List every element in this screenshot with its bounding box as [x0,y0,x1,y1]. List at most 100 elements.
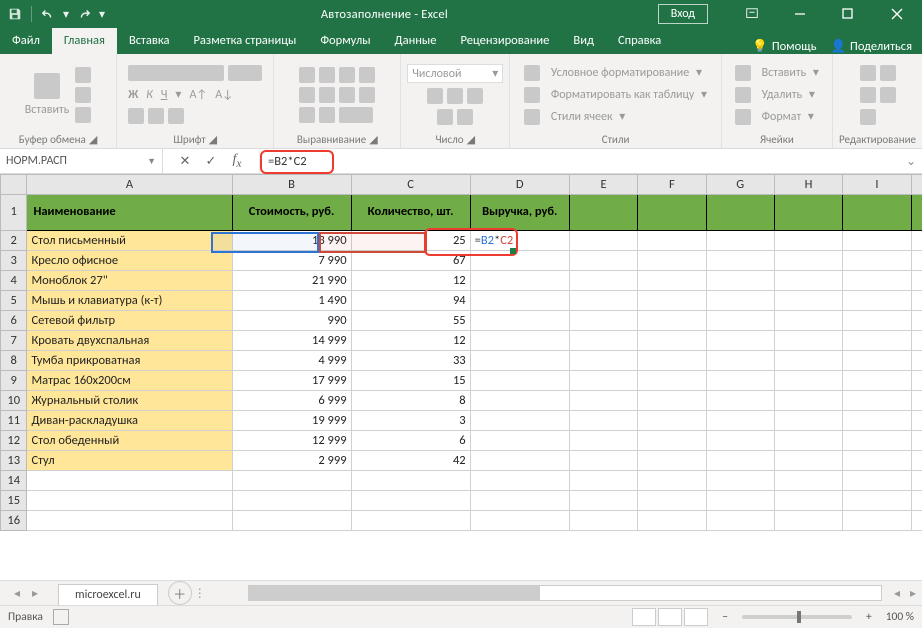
cell[interactable]: Стол письменный [27,231,232,251]
cell[interactable] [232,511,351,531]
cell[interactable]: Кровать двухспальная [27,331,232,351]
cell[interactable] [706,251,774,271]
cell[interactable] [569,251,637,271]
cell[interactable] [470,431,569,451]
cell[interactable] [843,251,911,271]
cell[interactable] [843,431,911,451]
cell[interactable] [638,471,706,491]
cell[interactable] [774,511,842,531]
col-header[interactable]: G [706,175,774,195]
col-header[interactable]: E [569,175,637,195]
cell[interactable] [706,391,774,411]
fill-icon[interactable] [880,65,896,81]
cell[interactable]: Журнальный столик [27,391,232,411]
select-all-corner[interactable] [1,175,27,195]
cell[interactable] [470,311,569,331]
cell[interactable] [638,231,706,251]
col-header[interactable]: B [232,175,351,195]
cell[interactable] [706,311,774,331]
cell[interactable] [638,511,706,531]
dialog-launcher-icon[interactable]: ◢ [209,133,217,146]
font-name-combo[interactable] [128,65,224,81]
row-header[interactable]: 13 [1,451,27,471]
cell[interactable]: 67 [351,251,470,271]
cell[interactable] [638,451,706,471]
header-cell[interactable]: Количество, шт. [351,195,470,231]
cell-styles-icon[interactable] [524,109,540,125]
cell[interactable] [706,431,774,451]
cell[interactable] [911,451,922,471]
insert-cells-icon[interactable] [735,65,751,81]
cell[interactable] [706,371,774,391]
cell[interactable]: 15 [351,371,470,391]
cell[interactable] [843,271,911,291]
decrease-indent-icon[interactable] [299,107,315,123]
cell[interactable] [569,291,637,311]
cell[interactable] [232,491,351,511]
number-format-combo[interactable]: Числовой▾ [407,64,503,83]
cell[interactable] [27,511,232,531]
col-header[interactable]: D [470,175,569,195]
increase-indent-icon[interactable] [319,107,335,123]
cell[interactable] [569,271,637,291]
find-select-icon[interactable] [860,109,876,125]
cell[interactable] [911,311,922,331]
cell[interactable] [470,411,569,431]
cell[interactable] [843,491,911,511]
cell[interactable] [774,291,842,311]
header-cell[interactable]: Стоимость, руб. [232,195,351,231]
cell[interactable]: 6 [351,431,470,451]
dialog-launcher-icon[interactable]: ◢ [467,133,475,146]
share-button[interactable]: 👤Поделиться [830,39,912,54]
cell[interactable] [843,451,911,471]
cell[interactable] [569,231,637,251]
cell[interactable]: Диван-раскладушка [27,411,232,431]
cell[interactable] [470,371,569,391]
cell[interactable]: Моноблок 27" [27,271,232,291]
cell[interactable] [470,491,569,511]
clear-icon[interactable] [880,87,896,103]
cell[interactable] [911,511,922,531]
zoom-out-icon[interactable]: − [718,610,732,624]
percent-icon[interactable] [447,88,463,104]
cell[interactable]: 990 [232,311,351,331]
row-header[interactable]: 9 [1,371,27,391]
cell[interactable] [470,511,569,531]
cell[interactable] [638,291,706,311]
tab-help[interactable]: Справка [606,28,673,54]
ribbon-options-icon[interactable] [730,0,774,28]
cell[interactable] [843,195,911,231]
align-middle-icon[interactable] [319,67,335,83]
accounting-format-icon[interactable] [427,88,443,104]
cell[interactable] [774,251,842,271]
cell[interactable] [569,451,637,471]
cell[interactable] [911,491,922,511]
row-header[interactable]: 11 [1,411,27,431]
scroll-left-icon[interactable]: ◂ [890,586,904,601]
cell[interactable] [843,471,911,491]
row-header[interactable]: 4 [1,271,27,291]
cell[interactable] [911,291,922,311]
copy-icon[interactable] [75,87,91,103]
add-sheet-icon[interactable]: ＋ [168,581,192,605]
cell[interactable] [911,391,922,411]
cell[interactable] [706,195,774,231]
cell[interactable] [774,231,842,251]
cell[interactable]: Тумба прикроватная [27,351,232,371]
close-icon[interactable] [874,0,920,28]
tab-review[interactable]: Рецензирование [448,28,561,54]
redo-icon[interactable] [73,3,95,25]
comma-icon[interactable] [467,88,483,104]
underline-icon[interactable]: Ч [161,88,168,102]
cell[interactable] [843,231,911,251]
cell[interactable] [470,331,569,351]
cell[interactable]: 3 [351,411,470,431]
cell[interactable] [774,391,842,411]
cell[interactable]: 55 [351,311,470,331]
cell[interactable] [470,471,569,491]
scroll-right-icon[interactable]: ▸ [904,586,922,601]
cell[interactable]: 4 999 [232,351,351,371]
cell[interactable] [569,511,637,531]
cell[interactable] [706,271,774,291]
row-header[interactable]: 8 [1,351,27,371]
